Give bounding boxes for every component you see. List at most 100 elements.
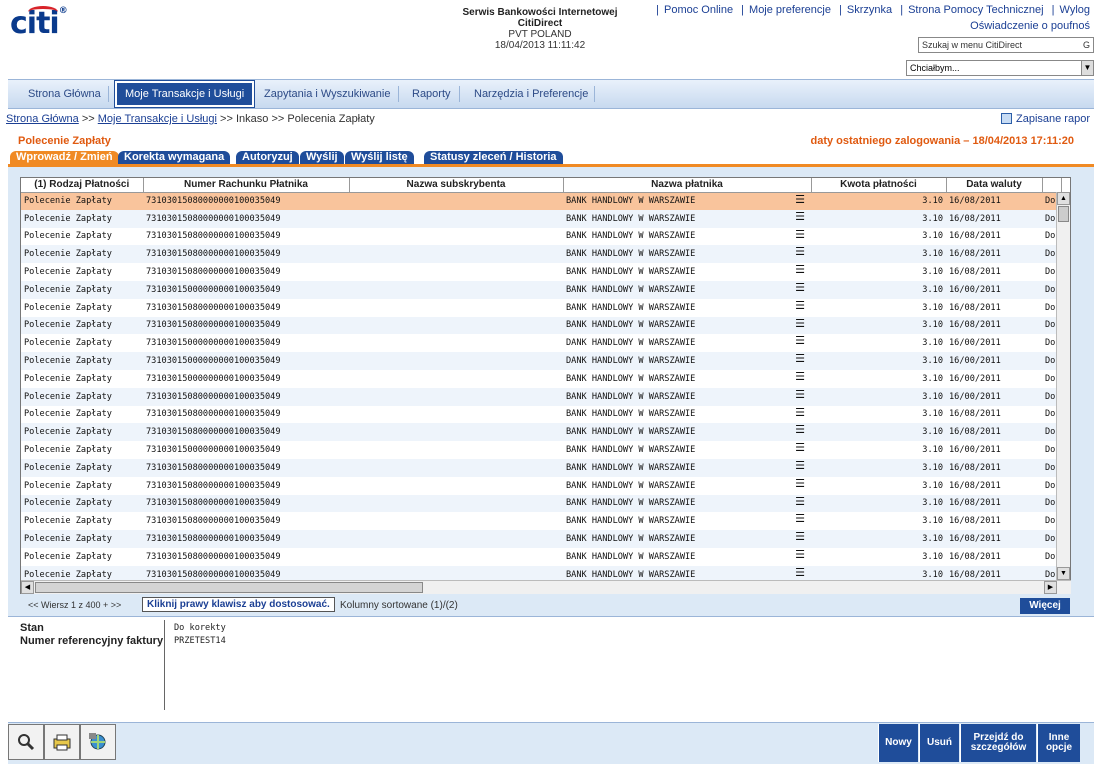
row-menu-icon[interactable]: ☰ bbox=[795, 548, 805, 561]
row-menu-icon[interactable]: ☰ bbox=[795, 495, 805, 508]
row-menu-icon[interactable]: ☰ bbox=[795, 334, 805, 347]
col-nazwa-platnika[interactable]: Nazwa płatnika bbox=[563, 178, 812, 193]
details-button[interactable]: Przejdź do szczegółów bbox=[960, 724, 1036, 762]
breadcrumb-sep: >> bbox=[81, 113, 95, 125]
row-menu-icon[interactable]: ☰ bbox=[795, 388, 805, 401]
nav-narzedzia[interactable]: Narzędzia i Preferencje bbox=[466, 80, 596, 108]
table-row[interactable]: Polecenie Zapłaty 73103015000000000100035… bbox=[21, 334, 1061, 352]
row-menu-icon[interactable]: ☰ bbox=[795, 370, 805, 383]
table-row[interactable]: Polecenie Zapłaty 73103015080000000100035… bbox=[21, 548, 1061, 566]
nav-strona-glowna[interactable]: Strona Główna bbox=[20, 80, 109, 108]
row-menu-icon[interactable]: ☰ bbox=[795, 193, 805, 206]
link-wyloguj[interactable]: Wylog bbox=[1060, 4, 1090, 16]
row-menu-icon[interactable]: ☰ bbox=[795, 477, 805, 490]
row-menu-icon[interactable]: ☰ bbox=[795, 228, 805, 241]
link-oswiadczenie[interactable]: Oświadczenie o poufnoś bbox=[970, 20, 1090, 32]
col-nazwa-subskrybenta[interactable]: Nazwa subskrybenta bbox=[349, 178, 564, 193]
nav-moje-transakcje[interactable]: Moje Transakcje i Usługi bbox=[113, 80, 256, 108]
tab-wyslij[interactable]: Wyślij bbox=[300, 151, 344, 165]
row-menu-icon[interactable]: ☰ bbox=[795, 441, 805, 454]
horizontal-scrollbar[interactable]: ◀ ▶ bbox=[21, 580, 1071, 594]
table-row[interactable]: Polecenie Zapłaty 73103015080000000100035… bbox=[21, 423, 1061, 442]
col-data-waluty[interactable]: Data waluty bbox=[946, 178, 1043, 193]
tab-statusy-historia[interactable]: Statusy zleceń / Historia bbox=[424, 151, 563, 165]
row-menu-icon[interactable]: ☰ bbox=[795, 512, 805, 525]
col-rodzaj-platnosci[interactable]: (1) Rodzaj Płatności bbox=[21, 178, 144, 193]
link-pomoc-online[interactable]: Pomoc Online bbox=[664, 4, 733, 16]
new-button[interactable]: Nowy bbox=[878, 724, 918, 762]
scroll-thumb[interactable] bbox=[1058, 206, 1069, 222]
nav-raporty[interactable]: Raporty bbox=[404, 80, 459, 108]
tab-wprowadz-zmien[interactable]: Wprowadź / Zmień bbox=[10, 151, 119, 165]
table-row[interactable]: Polecenie Zapłaty 73103015080000000100035… bbox=[21, 458, 1061, 477]
table-row[interactable]: Polecenie Zapłaty 73103015080000000100035… bbox=[21, 192, 1061, 210]
tab-korekta-wymagana[interactable]: Korekta wymagana bbox=[118, 151, 231, 165]
export-tool-button[interactable] bbox=[80, 724, 116, 760]
row-menu-icon[interactable]: ☰ bbox=[795, 317, 805, 330]
col-kwota-platnosci[interactable]: Kwota płatności bbox=[811, 178, 947, 193]
table-row[interactable]: Polecenie Zapłaty 73103015080000000100035… bbox=[21, 530, 1061, 548]
scroll-up-icon[interactable]: ▲ bbox=[1057, 192, 1070, 205]
chcialbym-select[interactable]: Chciałbym... ▼ bbox=[906, 60, 1094, 76]
table-row[interactable]: Polecenie Zapłaty 73103015080000000100035… bbox=[21, 228, 1061, 246]
saved-reports-link[interactable]: Zapisane rapor bbox=[1001, 113, 1090, 125]
row-menu-icon[interactable]: ☰ bbox=[795, 281, 805, 294]
col-extra[interactable] bbox=[1042, 178, 1062, 193]
more-button[interactable]: Więcej bbox=[1020, 598, 1070, 614]
vertical-scrollbar[interactable]: ▲ ▼ bbox=[1056, 192, 1070, 580]
cell-account-number: 73103015080000000100035049 bbox=[143, 192, 349, 210]
org-name: PVT POLAND bbox=[508, 29, 572, 40]
tab-wyslij-liste[interactable]: Wyślij listę bbox=[345, 151, 414, 165]
table-row[interactable]: Polecenie Zapłaty 73103015000000000100035… bbox=[21, 280, 1061, 299]
table-row[interactable]: Polecenie Zapłaty 73103015000000000100035… bbox=[21, 370, 1061, 388]
row-pager[interactable]: << Wiersz 1 z 400 + >> bbox=[28, 600, 121, 610]
row-menu-icon[interactable]: ☰ bbox=[795, 352, 805, 365]
table-row[interactable]: Polecenie Zapłaty 73103015080000000100035… bbox=[21, 477, 1061, 495]
menu-search-input[interactable]: Szukaj w menu CitiDirect G bbox=[918, 37, 1094, 53]
table-row[interactable]: Polecenie Zapłaty 73103015080000000100035… bbox=[21, 245, 1061, 264]
cell-amount: 3.10 bbox=[811, 280, 946, 299]
breadcrumb-transakcje[interactable]: Moje Transakcje i Usługi bbox=[98, 113, 217, 125]
row-menu-icon[interactable]: ☰ bbox=[795, 299, 805, 312]
search-go-button[interactable]: G bbox=[1083, 38, 1090, 52]
table-row[interactable]: Polecenie Zapłaty 73103015080000000100035… bbox=[21, 494, 1061, 513]
scroll-down-icon[interactable]: ▼ bbox=[1057, 567, 1070, 580]
nav-zapytania[interactable]: Zapytania i Wyszukiwanie bbox=[256, 80, 398, 108]
link-pomoc-techniczna[interactable]: Strona Pomocy Technicznej bbox=[908, 4, 1044, 16]
row-menu-icon[interactable]: ☰ bbox=[795, 245, 805, 258]
cell-value-date: 16/08/2011 bbox=[949, 231, 1001, 242]
table-row[interactable]: Polecenie Zapłaty 73103015000000000100035… bbox=[21, 352, 1061, 370]
table-header-row: (1) Rodzaj Płatności Numer Rachunku Płat… bbox=[21, 178, 1062, 193]
link-moje-preferencje[interactable]: Moje preferencje bbox=[749, 4, 831, 16]
customize-hint-button[interactable]: Kliknij prawy klawisz aby dostosować. bbox=[142, 597, 335, 612]
table-row[interactable]: Polecenie Zapłaty 73103015000000000100035… bbox=[21, 441, 1061, 459]
chevron-down-icon[interactable]: ▼ bbox=[1081, 61, 1093, 75]
row-menu-icon[interactable]: ☰ bbox=[795, 423, 805, 436]
cell-amount: 3.10 bbox=[922, 302, 943, 313]
table-row[interactable]: Polecenie Zapłaty 73103015080000000100035… bbox=[21, 512, 1061, 530]
row-menu-icon[interactable]: ☰ bbox=[795, 406, 805, 419]
row-menu-icon[interactable]: ☰ bbox=[795, 263, 805, 276]
tab-autoryzuj[interactable]: Autoryzuj bbox=[236, 151, 299, 165]
search-tool-button[interactable] bbox=[8, 724, 44, 760]
table-row[interactable]: Polecenie Zapłaty 73103015080000000100035… bbox=[21, 316, 1061, 335]
link-skrzynka[interactable]: Skrzynka bbox=[847, 4, 892, 16]
row-menu-icon[interactable]: ☰ bbox=[795, 566, 805, 579]
col-numer-rachunku[interactable]: Numer Rachunku Płatnika bbox=[143, 178, 350, 193]
scroll-right-icon[interactable]: ▶ bbox=[1044, 581, 1057, 594]
print-tool-button[interactable] bbox=[44, 724, 80, 760]
table-row[interactable]: Polecenie Zapłaty 73103015080000000100035… bbox=[21, 209, 1061, 228]
breadcrumb-home[interactable]: Strona Główna bbox=[6, 113, 79, 125]
table-row[interactable]: Polecenie Zapłaty 73103015080000000100035… bbox=[21, 263, 1061, 281]
hscroll-thumb[interactable] bbox=[35, 582, 423, 593]
row-menu-icon[interactable]: ☰ bbox=[795, 530, 805, 543]
table-row[interactable]: Polecenie Zapłaty 73103015080000000100035… bbox=[21, 299, 1061, 317]
table-row[interactable]: Polecenie Zapłaty 73103015080000000100035… bbox=[21, 406, 1061, 424]
delete-button[interactable]: Usuń bbox=[919, 724, 959, 762]
other-options-button[interactable]: Inne opcje bbox=[1037, 724, 1080, 762]
row-menu-icon[interactable]: ☰ bbox=[795, 459, 805, 472]
table-row[interactable]: Polecenie Zapłaty 73103015080000000100035… bbox=[21, 387, 1061, 406]
row-menu-icon[interactable]: ☰ bbox=[795, 210, 805, 223]
cell-payer-name: BANK HANDLOWY W WARSZAWIE ☰ bbox=[563, 316, 811, 335]
scroll-left-icon[interactable]: ◀ bbox=[21, 581, 34, 594]
